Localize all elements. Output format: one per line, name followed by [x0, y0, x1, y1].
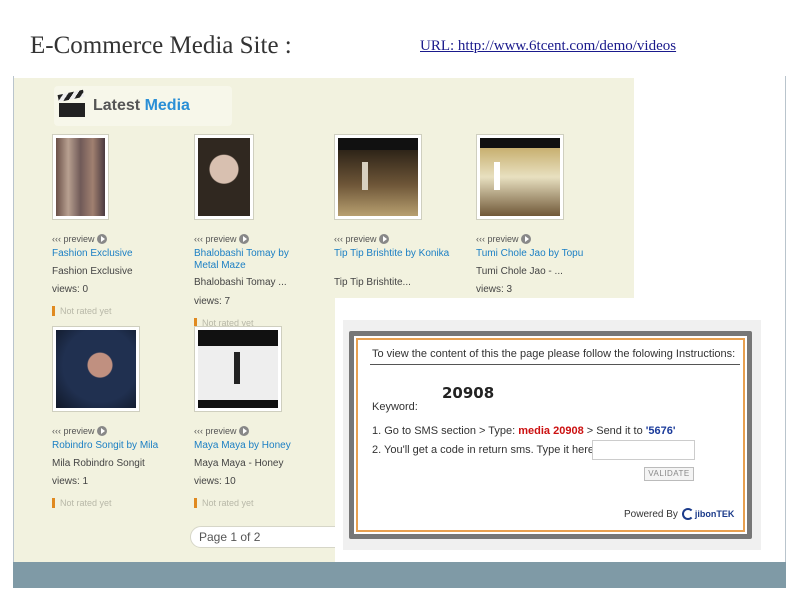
preview-link[interactable]: ‹‹‹ preview: [52, 426, 107, 436]
video-thumbnail[interactable]: [52, 326, 140, 412]
preview-label: ‹‹‹ preview: [52, 426, 95, 436]
video-rating: Not rated yet: [194, 498, 254, 508]
keyword-label: Keyword:: [372, 401, 418, 413]
preview-label: ‹‹‹ preview: [194, 234, 237, 244]
slide-title: E-Commerce Media Site :: [30, 32, 292, 59]
preview-link[interactable]: ‹‹‹ preview: [194, 426, 249, 436]
heading-word-media: Media: [144, 97, 190, 114]
rating-text: Not rated yet: [202, 498, 254, 508]
media-card: ‹‹‹ preview Maya Maya by Honey Maya Maya…: [194, 326, 329, 516]
preview-label: ‹‹‹ preview: [476, 234, 519, 244]
rating-text: Not rated yet: [60, 306, 112, 316]
sms-step-2: 2. You'll get a code in return sms. Type…: [372, 444, 598, 456]
preview-link[interactable]: ‹‹‹ preview: [52, 234, 107, 244]
preview-link[interactable]: ‹‹‹ preview: [334, 234, 389, 244]
video-title-link[interactable]: Fashion Exclusive: [52, 248, 190, 260]
heading-word-latest: Latest: [93, 97, 141, 114]
step1-type: > Type:: [479, 425, 516, 437]
preview-label: ‹‹‹ preview: [52, 234, 95, 244]
brand-name: jibonTEK: [694, 509, 735, 519]
rating-text: Not rated yet: [60, 498, 112, 508]
latest-media-heading: Latest Media: [93, 97, 190, 115]
brand-logo: jibonTEK: [681, 508, 735, 520]
video-thumbnail[interactable]: [52, 134, 109, 220]
rating-marker-icon: [194, 498, 197, 508]
sms-code-input[interactable]: [592, 440, 695, 460]
video-title-link[interactable]: Tip Tip Brishtite by Konika: [334, 248, 454, 260]
sms-number-text: '5676': [645, 425, 676, 437]
divider: [370, 364, 740, 365]
preview-label: ‹‹‹ preview: [194, 426, 237, 436]
media-card: ‹‹‹ preview Tip Tip Brishtite by Konika …: [334, 134, 469, 294]
preview-link[interactable]: ‹‹‹ preview: [194, 234, 249, 244]
video-title-link[interactable]: Bhalobashi Tomay by Metal Maze: [194, 248, 309, 272]
video-views: views: 3: [476, 284, 513, 295]
sms-instructions-text: To view the content of this the page ple…: [372, 348, 736, 360]
media-card: ‹‹‹ preview Bhalobashi Tomay by Metal Ma…: [194, 134, 329, 334]
sms-step-1: 1. Go to SMS section > Type: media 20908…: [372, 425, 675, 437]
video-subtitle: Fashion Exclusive: [52, 266, 133, 277]
rating-marker-icon: [52, 306, 55, 316]
step1-send: > Send it to: [586, 425, 643, 437]
latest-media-header: Latest Media: [54, 86, 232, 126]
video-title-link[interactable]: Tumi Chole Jao by Topu: [476, 248, 614, 260]
clapperboard-icon: [57, 89, 85, 117]
play-arrow-icon[interactable]: [238, 234, 249, 244]
brand-swirl-icon: [681, 508, 694, 520]
powered-by-label: Powered By: [624, 508, 678, 520]
sms-code-text: media 20908: [518, 425, 584, 437]
video-views: views: 10: [194, 476, 236, 487]
slide-footer-bar: [13, 562, 786, 588]
video-subtitle: Tumi Chole Jao - ...: [476, 266, 563, 277]
media-card: ‹‹‹ preview Tumi Chole Jao by Topu Tumi …: [476, 134, 614, 295]
preview-link[interactable]: ‹‹‹ preview: [476, 234, 531, 244]
video-views: views: 1: [52, 476, 89, 487]
powered-by: Powered By jibonTEK: [624, 508, 734, 520]
play-arrow-icon[interactable]: [378, 234, 389, 244]
video-title-link[interactable]: Robindro Songit by Mila: [52, 440, 190, 452]
keyword-value: 20908: [442, 384, 495, 402]
video-rating: Not rated yet: [52, 306, 112, 316]
video-views: views: 7: [194, 296, 231, 307]
video-rating: Not rated yet: [52, 498, 112, 508]
play-arrow-icon[interactable]: [238, 426, 249, 436]
video-thumbnail[interactable]: [194, 326, 282, 412]
video-subtitle: Maya Maya - Honey: [194, 458, 284, 469]
media-card: ‹‹‹ preview Fashion Exclusive Fashion Ex…: [52, 134, 187, 324]
pagination[interactable]: Page 1 of 2: [190, 526, 340, 548]
media-card: ‹‹‹ preview Robindro Songit by Mila Mila…: [52, 326, 187, 516]
play-arrow-icon[interactable]: [520, 234, 531, 244]
play-arrow-icon[interactable]: [96, 234, 107, 244]
video-views: views: 0: [52, 284, 89, 295]
slide-url-link[interactable]: URL: http://www.6tcent.com/demo/videos: [420, 38, 676, 55]
play-arrow-icon[interactable]: [96, 426, 107, 436]
rating-marker-icon: [52, 498, 55, 508]
video-subtitle: Bhalobashi Tomay ...: [194, 277, 287, 288]
step1-prefix: 1. Go to SMS section: [372, 425, 476, 437]
video-subtitle: Mila Robindro Songit: [52, 458, 145, 469]
video-title-link[interactable]: Maya Maya by Honey: [194, 440, 332, 452]
validate-button[interactable]: VALIDATE: [644, 467, 694, 481]
video-subtitle: Tip Tip Brishtite...: [334, 277, 411, 288]
video-thumbnail[interactable]: [194, 134, 254, 220]
preview-label: ‹‹‹ preview: [334, 234, 377, 244]
sms-instructions-box: To view the content of this the page ple…: [349, 331, 752, 539]
video-thumbnail[interactable]: [334, 134, 422, 220]
sms-validation-panel: To view the content of this the page ple…: [335, 298, 785, 564]
video-thumbnail[interactable]: [476, 134, 564, 220]
